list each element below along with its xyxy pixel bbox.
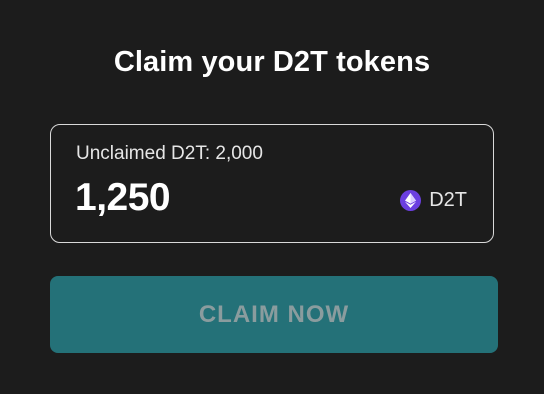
ethereum-icon (400, 189, 422, 211)
claim-panel: Claim your D2T tokens Unclaimed D2T: 2,0… (0, 0, 544, 394)
page-title: Claim your D2T tokens (113, 46, 431, 78)
token-indicator: D2T (400, 188, 467, 212)
claim-now-button[interactable]: CLAIM NOW (50, 276, 498, 353)
token-symbol: D2T (429, 189, 467, 211)
claim-amount-input[interactable]: 1,250 (75, 175, 171, 221)
claim-amount-card[interactable]: Unclaimed D2T: 2,000 1,250 D2T (50, 124, 494, 243)
unclaimed-balance-label: Unclaimed D2T: 2,000 (76, 143, 263, 164)
